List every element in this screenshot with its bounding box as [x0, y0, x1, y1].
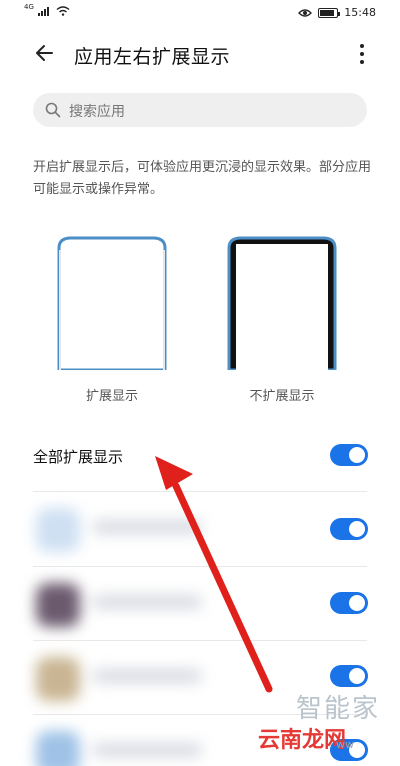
description-text: 开启扩展显示后，可体验应用更沉浸的显示效果。部分应用可能显示或操作异常。 — [33, 160, 372, 197]
no-expand-preview-image — [227, 236, 337, 370]
eye-comfort-icon — [298, 8, 313, 17]
watermark-top: 智能家 — [296, 694, 381, 724]
network-type: 4G — [24, 3, 34, 11]
app-name — [92, 743, 202, 757]
app-icon — [36, 731, 80, 766]
app-icon — [36, 508, 80, 552]
status-right: 15:48 — [298, 6, 376, 19]
blurred-app-info — [0, 492, 230, 566]
app-name — [92, 669, 202, 683]
app-icon — [36, 657, 80, 701]
app-icon — [36, 583, 80, 627]
wifi-icon — [56, 6, 70, 16]
page-title: 应用左右扩展显示 — [74, 46, 231, 68]
clock: 15:48 — [344, 6, 376, 19]
status-left: 4G — [24, 3, 70, 16]
search-placeholder: 搜索应用 — [69, 104, 125, 120]
battery-icon — [318, 7, 341, 18]
blurred-app-info — [0, 567, 230, 641]
status-bar: 4G 15:48 — [0, 0, 400, 28]
no-expand-preview-label: 不扩展显示 — [249, 389, 315, 404]
app-name — [92, 520, 202, 534]
arrow-left-icon — [36, 45, 53, 61]
app-expand-toggle[interactable] — [330, 518, 368, 540]
back-button[interactable] — [30, 38, 60, 68]
search-input[interactable]: 搜索应用 — [33, 93, 367, 127]
app-list-item — [0, 567, 400, 641]
expand-preview-image — [57, 236, 167, 370]
all-expand-label: 全部扩展显示 — [33, 448, 124, 466]
more-options-button[interactable] — [350, 40, 374, 68]
more-dot-icon — [360, 52, 364, 56]
app-list-item — [0, 492, 400, 566]
all-expand-toggle[interactable] — [330, 444, 368, 466]
watermark-sub: ww — [336, 738, 354, 751]
search-icon — [45, 102, 61, 118]
app-expand-toggle[interactable] — [330, 592, 368, 614]
more-dot-icon — [360, 60, 364, 64]
signal-icon — [37, 7, 49, 16]
app-bar: 应用左右扩展显示 — [0, 28, 400, 80]
app-name — [92, 595, 202, 609]
expand-preview-label: 扩展显示 — [85, 389, 138, 404]
blurred-app-info — [0, 641, 230, 715]
more-dot-icon — [360, 44, 364, 48]
watermark-main: 云南龙网 — [258, 728, 347, 753]
app-expand-toggle[interactable] — [330, 665, 368, 687]
blurred-app-info — [0, 715, 230, 766]
